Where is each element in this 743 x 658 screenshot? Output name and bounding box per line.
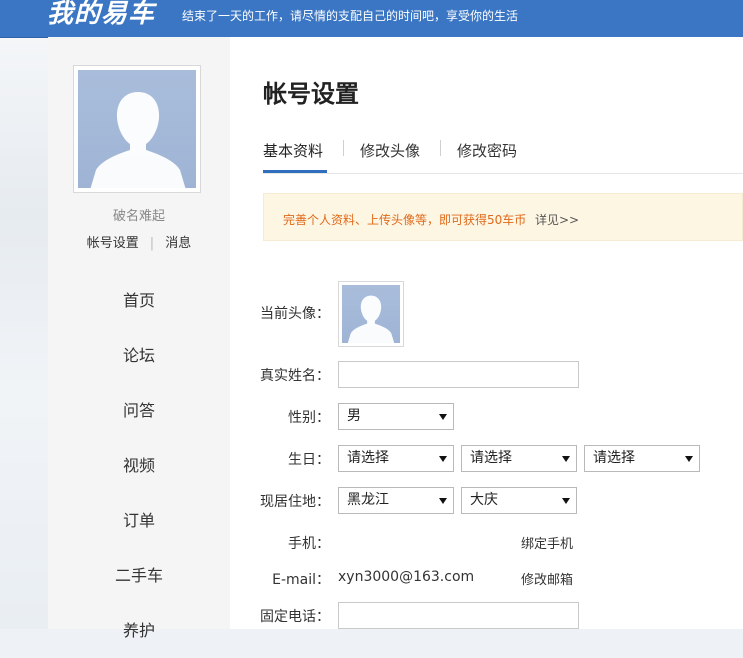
default-avatar-icon bbox=[90, 92, 186, 188]
avatar-label: 当前头像： bbox=[260, 306, 330, 322]
gender-select[interactable]: 男 bbox=[338, 403, 454, 430]
dropdown-arrow-icon bbox=[685, 456, 693, 462]
residence-label: 现居住地： bbox=[260, 494, 330, 510]
city-select[interactable]: 大庆 bbox=[461, 487, 577, 514]
site-logo[interactable]: 我的易车 bbox=[47, 0, 155, 29]
user-avatar[interactable] bbox=[73, 65, 201, 193]
gender-value: 男 bbox=[347, 408, 361, 424]
nav-item-maintenance[interactable]: 养护 bbox=[48, 603, 230, 658]
gender-label: 性别： bbox=[288, 410, 330, 426]
header-slogan: 结束了一天的工作，请尽情的支配自己的时间吧，享受你的生活 bbox=[182, 9, 519, 23]
dropdown-arrow-icon bbox=[562, 456, 570, 462]
current-avatar bbox=[338, 281, 404, 347]
city-value: 大庆 bbox=[470, 492, 498, 508]
tab-change-password[interactable]: 修改密码 bbox=[457, 140, 517, 161]
page-title: 帐号设置 bbox=[263, 80, 359, 108]
birthday-day-select[interactable]: 请选择 bbox=[584, 445, 700, 472]
nav-item-qa[interactable]: 问答 bbox=[48, 383, 230, 438]
birthday-year-value: 请选择 bbox=[347, 450, 389, 466]
page-background bbox=[0, 37, 48, 629]
province-select[interactable]: 黑龙江 bbox=[338, 487, 454, 514]
email-label: E-mail： bbox=[272, 572, 330, 588]
top-bar: 我的易车 结束了一天的工作，请尽情的支配自己的时间吧，享受你的生活 bbox=[0, 0, 743, 38]
email-value: xyn3000@163.com bbox=[338, 569, 475, 585]
nav-item-forum[interactable]: 论坛 bbox=[48, 328, 230, 383]
nav-item-home[interactable]: 首页 bbox=[48, 273, 230, 328]
realname-label: 真实姓名： bbox=[260, 368, 330, 384]
notice-details-link[interactable]: 详见>> bbox=[535, 211, 579, 228]
birthday-year-select[interactable]: 请选择 bbox=[338, 445, 454, 472]
active-tab-indicator bbox=[263, 170, 327, 173]
notice-text: 完善个人资料、上传头像等，即可获得50车币 bbox=[283, 213, 527, 227]
province-value: 黑龙江 bbox=[347, 492, 389, 508]
birthday-day-value: 请选择 bbox=[593, 450, 635, 466]
default-avatar-icon bbox=[347, 295, 395, 343]
birthday-month-select[interactable]: 请选择 bbox=[461, 445, 577, 472]
birthday-month-value: 请选择 bbox=[470, 450, 512, 466]
messages-link[interactable]: 消息 bbox=[165, 236, 191, 251]
landline-input[interactable] bbox=[338, 602, 579, 629]
sidebar-nav: 首页 论坛 问答 视频 订单 二手车 养护 bbox=[48, 273, 230, 658]
nav-item-orders[interactable]: 订单 bbox=[48, 493, 230, 548]
notice-banner: 完善个人资料、上传头像等，即可获得50车币 详见>> bbox=[263, 193, 743, 241]
birthday-label: 生日： bbox=[288, 452, 330, 468]
link-separator: | bbox=[149, 236, 155, 251]
change-email-link[interactable]: 修改邮箱 bbox=[521, 569, 573, 588]
tab-separator bbox=[343, 140, 344, 156]
nav-item-video[interactable]: 视频 bbox=[48, 438, 230, 493]
dropdown-arrow-icon bbox=[439, 456, 447, 462]
account-settings-link[interactable]: 帐号设置 bbox=[87, 236, 139, 251]
tab-basic-info[interactable]: 基本资料 bbox=[263, 140, 323, 161]
dropdown-arrow-icon bbox=[562, 498, 570, 504]
dropdown-arrow-icon bbox=[439, 414, 447, 420]
user-links: 帐号设置 | 消息 bbox=[48, 232, 230, 251]
tab-change-avatar[interactable]: 修改头像 bbox=[360, 140, 420, 161]
dropdown-arrow-icon bbox=[439, 498, 447, 504]
tab-separator bbox=[440, 140, 441, 156]
realname-input[interactable] bbox=[338, 361, 579, 388]
bind-phone-link[interactable]: 绑定手机 bbox=[521, 533, 573, 552]
username[interactable]: 破名难起 bbox=[48, 205, 230, 224]
landline-label: 固定电话： bbox=[260, 609, 330, 625]
nav-item-used-cars[interactable]: 二手车 bbox=[48, 548, 230, 603]
tabs-divider bbox=[263, 173, 743, 174]
phone-label: 手机： bbox=[288, 536, 330, 552]
